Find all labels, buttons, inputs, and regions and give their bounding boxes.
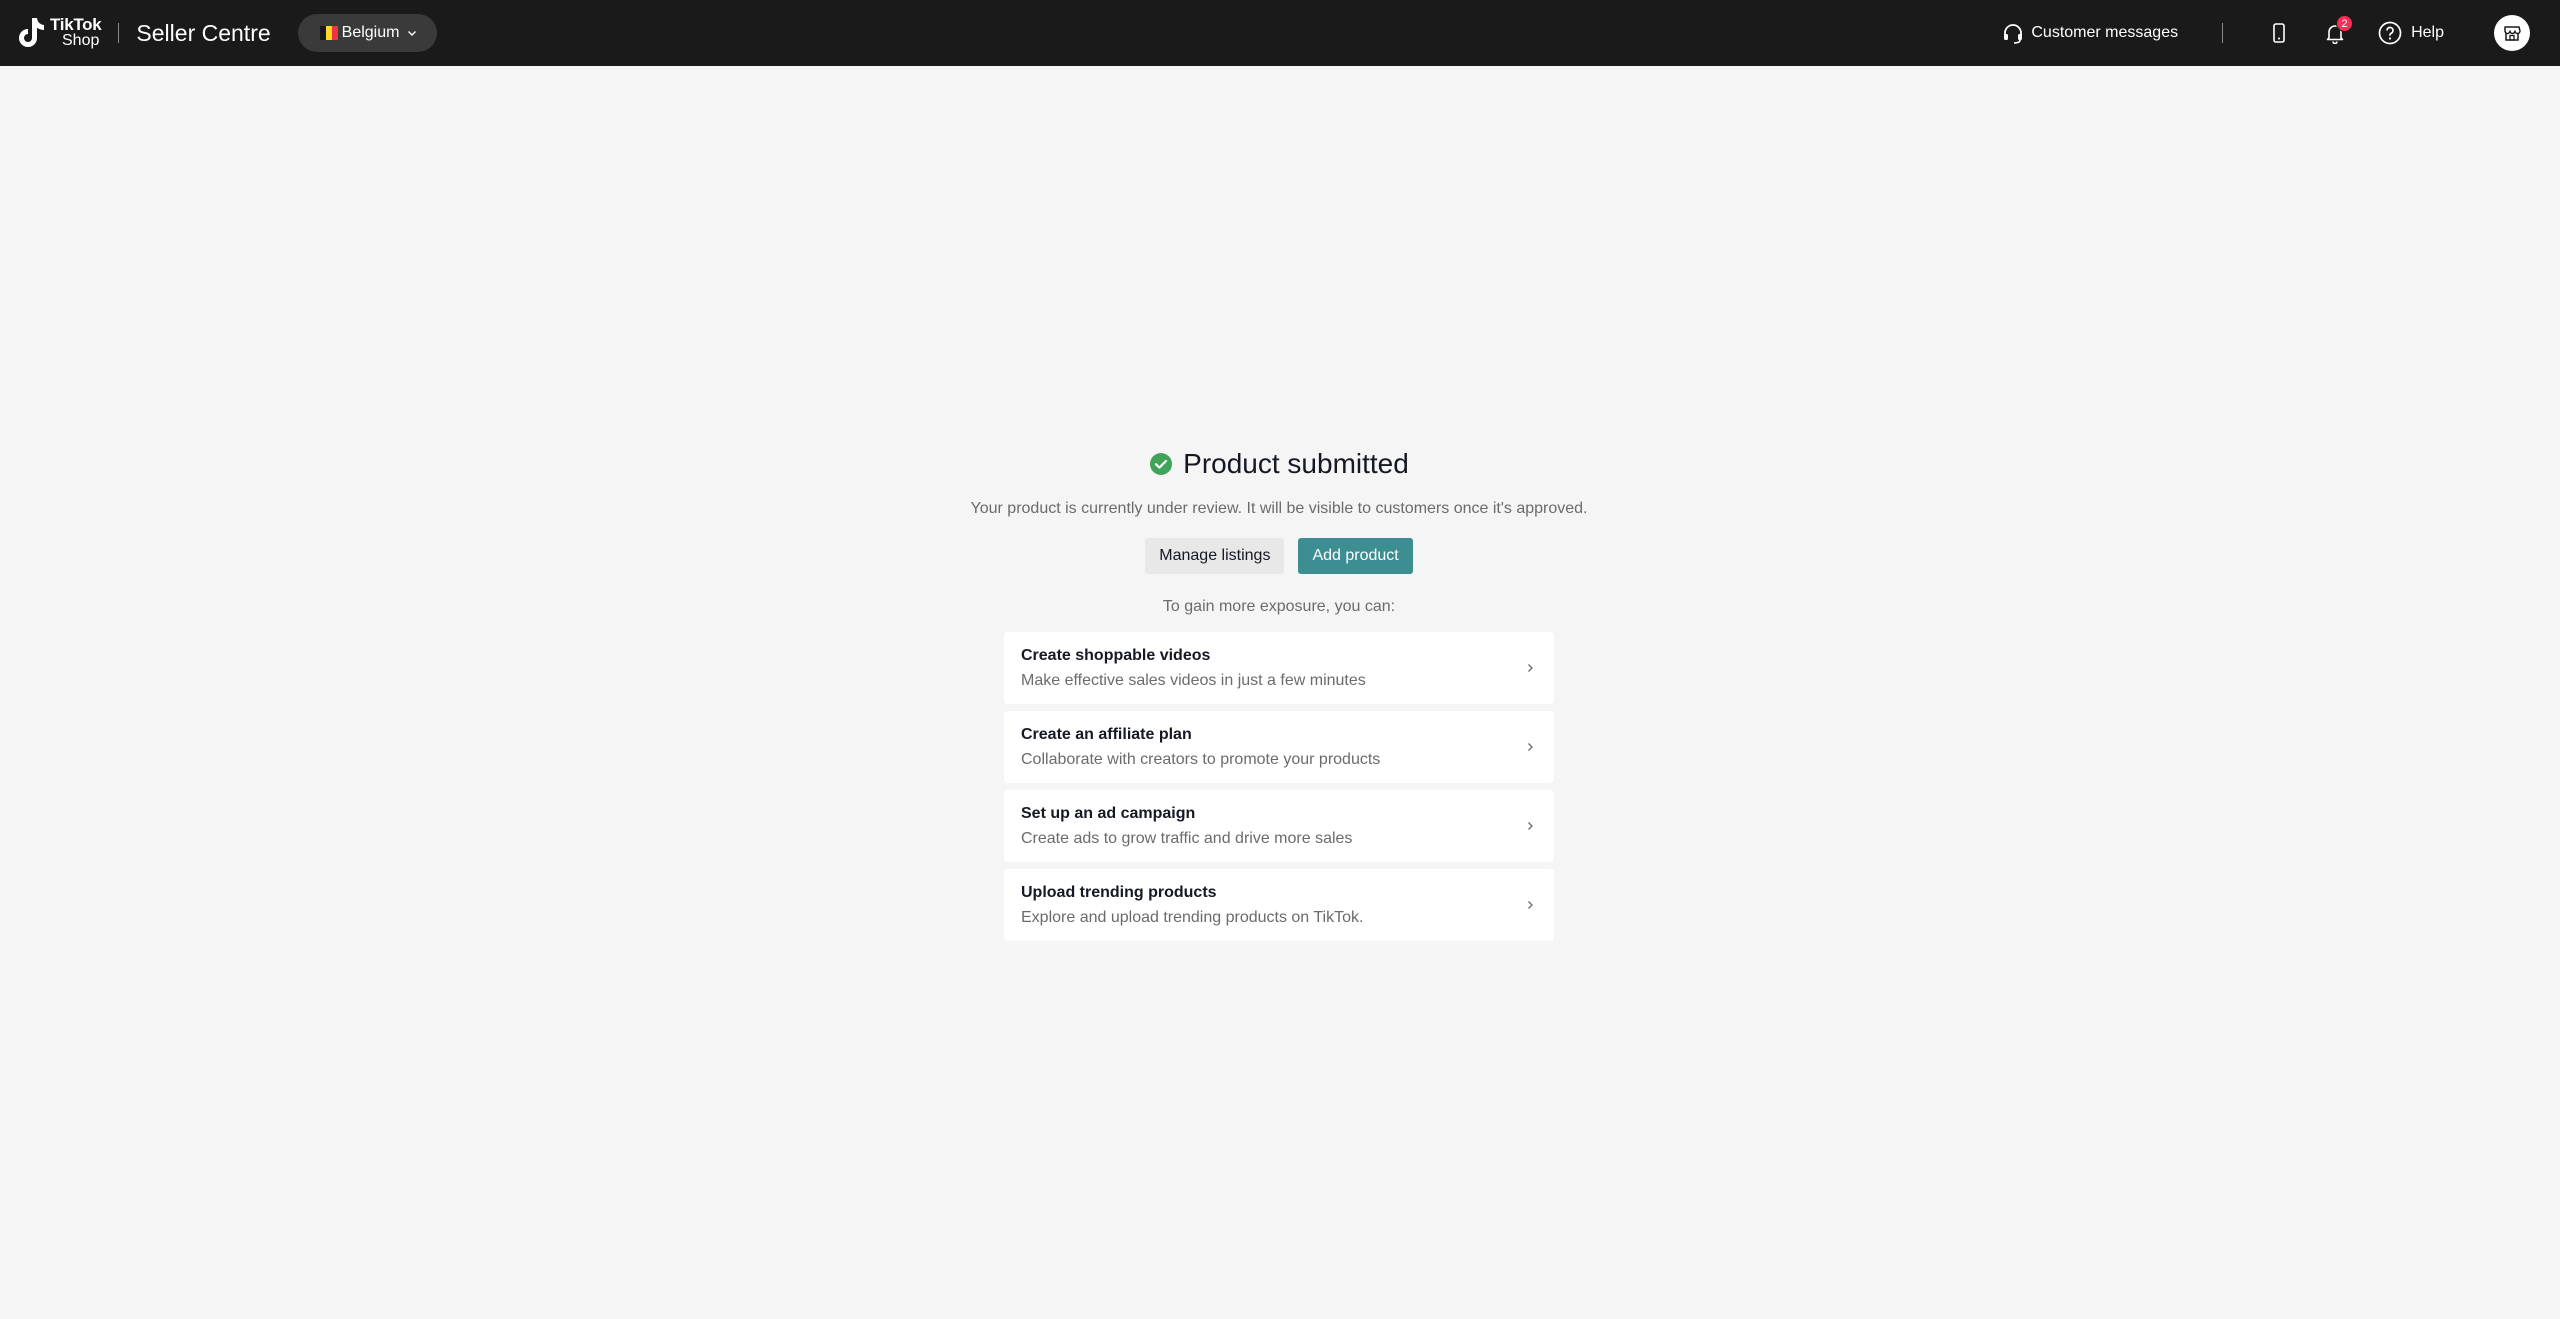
header-divider-right (2222, 23, 2224, 43)
result-title-row: Product submitted (1149, 444, 1409, 484)
notifications-button[interactable]: 2 (2319, 15, 2354, 49)
option-description: Collaborate with creators to promote you… (1021, 750, 1381, 768)
region-label: Belgium (341, 24, 400, 41)
action-buttons: Manage listings Add product (1145, 538, 1413, 574)
notification-badge: 2 (2336, 15, 2354, 32)
tiktok-note-icon (19, 18, 44, 47)
option-create-shoppable-videos[interactable]: Create shoppable videos Make effective s… (1004, 632, 1554, 704)
shop-account-avatar[interactable] (2494, 15, 2530, 51)
review-status-text: Your product is currently under review. … (970, 500, 1588, 517)
option-title: Upload trending products (1021, 883, 1217, 901)
option-description: Create ads to grow traffic and drive mor… (1021, 829, 1353, 847)
option-description: Explore and upload trending products on … (1021, 908, 1364, 926)
customer-messages-label: Customer messages (2031, 24, 2179, 41)
option-title: Set up an ad campaign (1021, 804, 1196, 822)
chevron-right-icon (1528, 743, 1533, 751)
option-description: Make effective sales videos in just a fe… (1021, 671, 1366, 689)
option-upload-trending-products[interactable]: Upload trending products Explore and upl… (1004, 869, 1554, 941)
option-title: Create shoppable videos (1021, 646, 1211, 664)
store-icon (2504, 26, 2521, 41)
region-selector[interactable]: Belgium (297, 14, 438, 52)
chevron-right-icon (1528, 822, 1533, 830)
question-circle-icon (2378, 21, 2402, 45)
seller-centre-title: Seller Centre (136, 19, 271, 46)
chevron-right-icon (1528, 901, 1533, 909)
option-title: Create an affiliate plan (1021, 725, 1192, 743)
logo-text-tiktok: TikTok (50, 15, 102, 34)
chevron-down-icon (408, 31, 417, 36)
exposure-hint-text: To gain more exposure, you can: (1162, 598, 1396, 615)
belgium-flag-icon (319, 26, 338, 40)
help-link[interactable]: Help (2377, 20, 2444, 46)
customer-messages-link[interactable]: Customer messages (2001, 21, 2178, 45)
exposure-options-list: Create shoppable videos Make effective s… (1004, 632, 1554, 941)
top-navigation-bar: TikTok Shop Seller Centre Belgium Custom… (0, 0, 2560, 66)
manage-listings-button[interactable]: Manage listings (1145, 538, 1285, 574)
help-label: Help (2411, 24, 2444, 41)
headset-icon (2004, 24, 2023, 44)
add-product-button[interactable]: Add product (1298, 538, 1413, 574)
option-set-up-ad-campaign[interactable]: Set up an ad campaign Create ads to grow… (1004, 790, 1554, 862)
page-title: Product submitted (1183, 448, 1409, 479)
mobile-app-button[interactable] (2263, 17, 2295, 49)
check-circle-icon (1150, 453, 1173, 475)
mobile-phone-icon (2273, 23, 2285, 43)
logo-text-shop: Shop (62, 32, 100, 49)
submission-result-panel: Product submitted Your product is curren… (971, 444, 1588, 941)
chevron-right-icon (1528, 664, 1533, 672)
main-content: Product submitted Your product is curren… (0, 66, 2560, 1319)
tiktok-shop-logo[interactable]: TikTok Shop (16, 13, 102, 53)
header-divider (118, 23, 120, 43)
option-create-affiliate-plan[interactable]: Create an affiliate plan Collaborate wit… (1004, 711, 1554, 783)
